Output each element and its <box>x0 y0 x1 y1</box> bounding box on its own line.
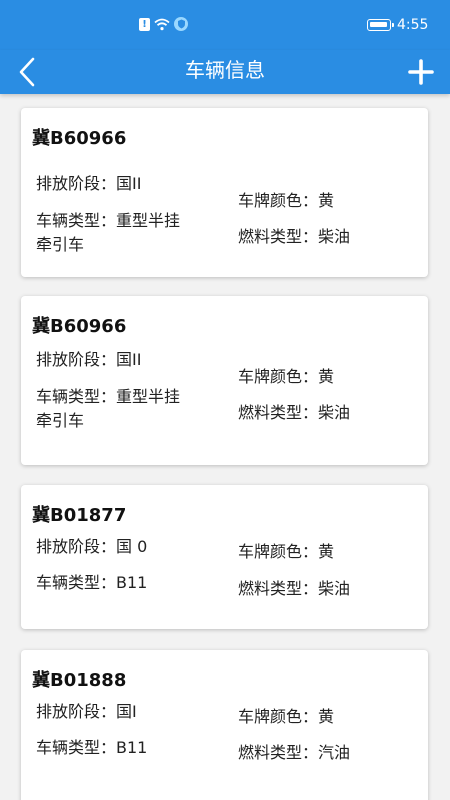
vehicle-type: 车辆类型：重型半挂牵引车 <box>36 209 221 257</box>
vehicle-type-value: B11 <box>116 573 148 592</box>
vehicle-type-label: 车辆类型： <box>36 573 117 592</box>
plate-color-value: 黄 <box>318 367 335 386</box>
plate-color-value: 黄 <box>318 542 335 561</box>
wifi-icon <box>154 18 170 30</box>
fuel-type-label: 燃料类型： <box>238 579 319 598</box>
fuel-type: 燃料类型：汽油 <box>238 741 350 765</box>
plate-color: 车牌颜色：黄 <box>238 365 334 389</box>
plate-number: 冀B01877 <box>32 505 127 526</box>
plate-number: 冀B60966 <box>32 316 127 337</box>
emission-stage: 排放阶段：国I <box>36 700 137 724</box>
fuel-type-value: 柴油 <box>318 227 351 246</box>
plate-color-value: 黄 <box>318 707 335 726</box>
emission-stage-value: 国II <box>116 350 142 369</box>
vehicle-type-label: 车辆类型： <box>36 738 117 757</box>
fuel-type: 燃料类型：柴油 <box>238 577 350 601</box>
fuel-type-label: 燃料类型： <box>238 227 319 246</box>
add-vehicle-button[interactable] <box>394 52 434 92</box>
vehicle-type-value-cont: 牵引车 <box>36 235 85 254</box>
status-bar: ! 4:55 <box>0 0 450 50</box>
vehicle-type-value-cont: 牵引车 <box>36 411 85 430</box>
vehicle-list: 冀B60966 排放阶段：国II 车辆类型：重型半挂 牵引车 车牌颜色：黄 燃料类… <box>0 94 450 800</box>
plate-number: 冀B01888 <box>32 670 127 691</box>
emission-stage-value: 国I <box>116 702 137 721</box>
plate-color: 车牌颜色：黄 <box>238 540 334 564</box>
vehicle-type: 车辆类型：重型半挂牵引车 <box>36 385 221 433</box>
plate-color: 车牌颜色：黄 <box>238 705 334 729</box>
vehicle-card[interactable]: 冀B60966 排放阶段：国II 车辆类型：重型半挂牵引车 车牌颜色：黄 燃料类… <box>21 296 428 465</box>
fuel-type-label: 燃料类型： <box>238 743 319 762</box>
plate-color-label: 车牌颜色： <box>238 707 319 726</box>
emission-stage-label: 排放阶段： <box>36 350 117 369</box>
alert-icon: ! <box>139 17 150 31</box>
status-icons: ! <box>139 17 188 31</box>
vehicle-card[interactable]: 冀B01877 排放阶段：国 0 车辆类型：B11 车牌颜色：黄 燃料类型：柴油 <box>21 485 428 629</box>
battery-icon <box>367 19 394 31</box>
fuel-type: 燃料类型：柴油 <box>238 225 350 249</box>
plate-color-label: 车牌颜色： <box>238 367 319 386</box>
emission-stage: 排放阶段：国 0 <box>36 535 147 559</box>
vehicle-card[interactable]: 冀B01888 排放阶段：国I 车辆类型：B11 车牌颜色：黄 燃料类型：汽油 <box>21 650 428 800</box>
vehicle-type-value: B11 <box>116 738 148 757</box>
emission-stage-value: 国II <box>116 174 142 193</box>
emission-stage-value: 国 0 <box>116 537 148 556</box>
emission-stage-label: 排放阶段： <box>36 537 117 556</box>
fuel-type-value: 柴油 <box>318 579 351 598</box>
shield-icon <box>174 17 188 31</box>
plate-color-value: 黄 <box>318 191 335 210</box>
vehicle-type-label: 车辆类型： <box>36 387 117 406</box>
emission-stage-label: 排放阶段： <box>36 174 117 193</box>
vehicle-type-value: 重型半挂 <box>116 211 181 230</box>
plate-color-label: 车牌颜色： <box>238 542 319 561</box>
emission-stage: 排放阶段：国II <box>36 172 141 196</box>
fuel-type: 燃料类型：柴油 <box>238 401 350 425</box>
back-button[interactable] <box>18 52 58 92</box>
fuel-type-value: 汽油 <box>318 743 351 762</box>
vehicle-card[interactable]: 冀B60966 排放阶段：国II 车辆类型：重型半挂牵引车 车牌颜色：黄 燃料类… <box>21 108 428 277</box>
vehicle-type-label: 车辆类型： <box>36 211 117 230</box>
plate-number: 冀B60966 <box>32 128 127 149</box>
app-bar: 车辆信息 <box>0 50 450 94</box>
fuel-type-value: 柴油 <box>318 403 351 422</box>
vehicle-type: 车辆类型：B11 <box>36 736 147 760</box>
fuel-type-label: 燃料类型： <box>238 403 319 422</box>
vehicle-type-value: 重型半挂 <box>116 387 181 406</box>
emission-stage-label: 排放阶段： <box>36 702 117 721</box>
plate-color: 车牌颜色：黄 <box>238 189 334 213</box>
page-title: 车辆信息 <box>185 58 265 82</box>
plus-icon <box>408 59 434 85</box>
emission-stage: 排放阶段：国II <box>36 348 141 372</box>
vehicle-type: 车辆类型：B11 <box>36 571 147 595</box>
status-time: 4:55 <box>397 17 429 33</box>
plate-color-label: 车牌颜色： <box>238 191 319 210</box>
chevron-left-icon <box>19 57 35 87</box>
